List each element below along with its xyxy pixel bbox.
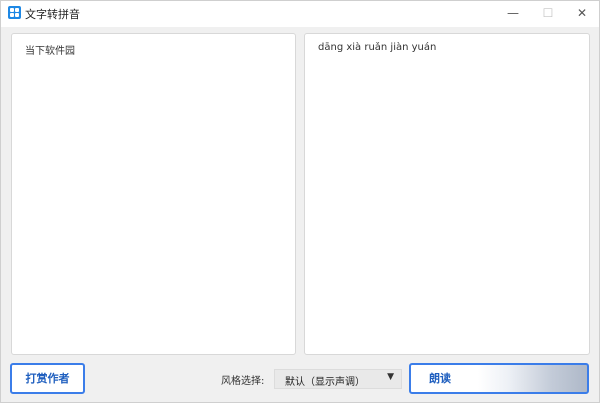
app-grid-icon: [8, 6, 21, 19]
maximize-button: ☐: [542, 6, 554, 20]
pinyin-output-textarea[interactable]: dāng xià ruǎn jiàn yuán: [304, 33, 590, 355]
chinese-input-textarea[interactable]: 当下软件园: [11, 33, 296, 355]
read-aloud-button[interactable]: 朗读: [409, 363, 589, 394]
style-select[interactable]: 默认（显示声调） ▼: [274, 369, 402, 389]
minimize-button[interactable]: —: [497, 1, 529, 25]
chevron-down-icon: ▼: [387, 372, 394, 382]
window-title: 文字转拼音: [25, 8, 80, 21]
style-select-value: 默认（显示声调）: [285, 377, 365, 388]
app-window: 文字转拼音 — ☐ ✕ 当下软件园 dāng xià ruǎn jiàn yuá…: [0, 0, 600, 403]
tip-author-button[interactable]: 打赏作者: [10, 363, 85, 394]
style-label: 风格选择:: [221, 376, 265, 387]
title-bar[interactable]: 文字转拼音 — ☐ ✕: [1, 1, 599, 27]
close-button[interactable]: ✕: [566, 1, 598, 25]
output-text: dāng xià ruǎn jiàn yuán: [318, 42, 437, 53]
input-text: 当下软件园: [25, 46, 75, 57]
